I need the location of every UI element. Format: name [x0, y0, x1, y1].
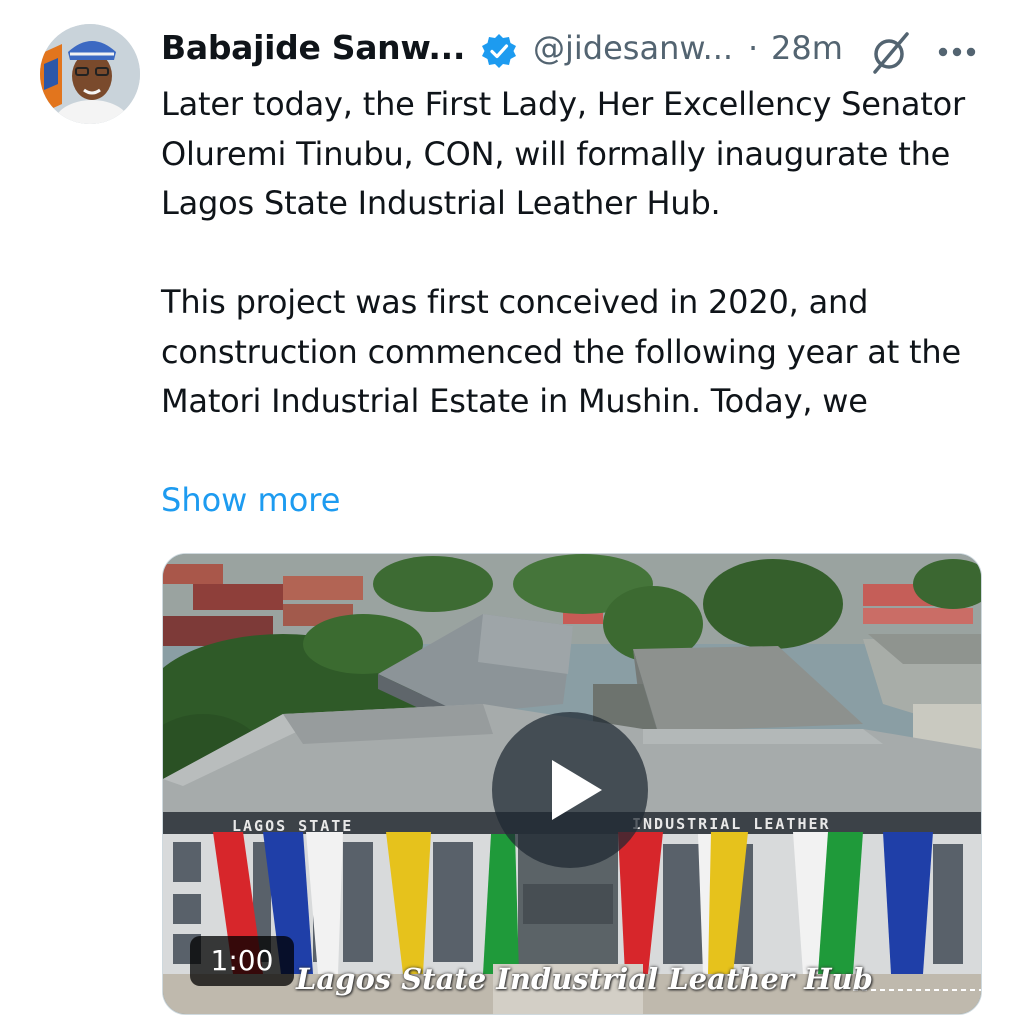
- building-sign-left: LAGOS STATE: [232, 817, 354, 835]
- verified-badge-icon: [482, 34, 516, 68]
- tweet-paragraph-1: Later today, the First Lady, Her Excelle…: [161, 85, 965, 222]
- header-separator: ·: [748, 29, 759, 67]
- tweet-paragraph-2: This project was first conceived in 2020…: [161, 283, 961, 420]
- play-button[interactable]: [492, 712, 648, 868]
- avatar-image: [40, 24, 140, 124]
- show-more-link[interactable]: Show more: [161, 476, 340, 525]
- author-handle[interactable]: @jidesanw...: [533, 29, 733, 67]
- play-icon: [552, 760, 602, 820]
- tweet-timestamp[interactable]: 28m: [771, 29, 843, 67]
- video-duration: 1:00: [190, 936, 294, 986]
- tweet-body: Later today, the First Lady, Her Excelle…: [161, 80, 991, 427]
- tweet-header: Babajide Sanw... @jidesanw... · 28m: [161, 22, 1001, 78]
- author-name[interactable]: Babajide Sanw...: [161, 28, 465, 67]
- building-sign-right: INDUSTRIAL LEATHER: [632, 815, 831, 833]
- more-options-icon[interactable]: [937, 46, 977, 58]
- grok-icon[interactable]: [871, 30, 911, 74]
- video-caption: Lagos State Industrial Leather Hub: [296, 962, 873, 996]
- author-avatar[interactable]: [40, 24, 140, 124]
